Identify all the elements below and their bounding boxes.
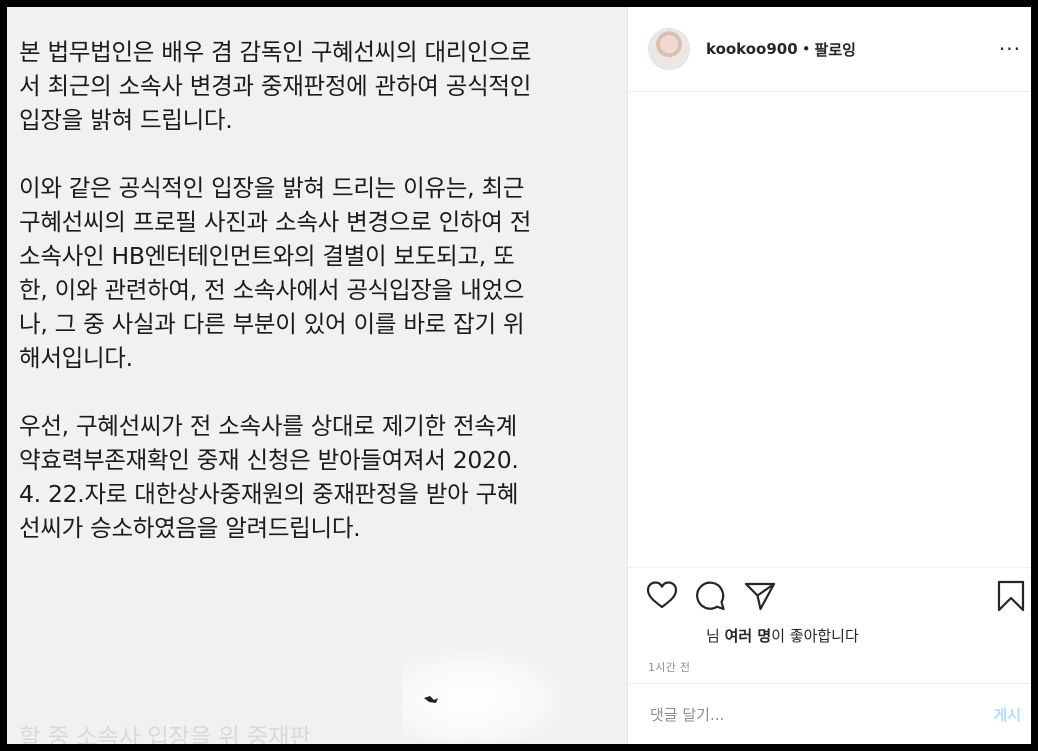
post-text-line: 이와 같은 공식적인 입장을 밝혀 드리는 이유는, 최근	[19, 174, 525, 202]
post-text-line: 한, 이와 관련하여, 전 소속사에서 공식입장을 내었으	[19, 276, 525, 304]
bookmark-icon[interactable]	[997, 580, 1025, 612]
post-text-line: 소속사인 HB엔터테인먼트와의 결별이 보도되고, 또	[19, 242, 515, 270]
following-button[interactable]: 팔로잉	[815, 39, 856, 60]
heart-icon[interactable]	[646, 580, 678, 610]
post-text-line: 서 최근의 소속사 변경과 중재판정에 관하여 공식적인	[19, 72, 532, 100]
post-text-line: 우선, 구혜선씨가 전 소속사를 상대로 제기한 전속계	[19, 412, 517, 440]
likes-suffix: 이 좋아합니다	[771, 627, 859, 645]
post-text-line: 선씨가 승소하였음을 알려드립니다.	[19, 514, 361, 542]
post-actions: 님 여러 명이 좋아합니다 1시간 전	[628, 567, 1031, 674]
action-bar	[628, 568, 1031, 620]
post-text-line: 입장을 밝혀 드립니다.	[19, 106, 233, 134]
comment-icon[interactable]	[694, 580, 726, 612]
likes-prefix: 님	[706, 627, 725, 645]
image-speck	[424, 696, 438, 703]
post-image-faded-line: 할 중 소속사 입장을 위 중재판	[19, 723, 311, 744]
post-image[interactable]: 본 법무법인은 배우 겸 감독인 구혜선씨의 대리인으로서 최근의 소속사 변경…	[7, 7, 628, 744]
username-link[interactable]: kookoo900	[706, 40, 798, 58]
avatar[interactable]	[648, 28, 690, 70]
post-comment-button[interactable]: 게시	[993, 704, 1021, 725]
likes-bold[interactable]: 여러 명	[725, 627, 772, 645]
post-side-panel: kookoo900 • 팔로잉 ··· 님 여러 명이 좋아합니다 1시간 전 …	[628, 7, 1031, 744]
post-text-line: 해서입니다.	[19, 344, 133, 372]
post-text-line: 4. 22.자로 대한상사중재원의 중재판정을 받아 구혜	[19, 480, 519, 508]
post-text-line: 약효력부존재확인 중재 신청은 받아들여져서 2020.	[19, 446, 519, 474]
post-paragraph: 본 법무법인은 배우 겸 감독인 구혜선씨의 대리인으로서 최근의 소속사 변경…	[19, 35, 613, 137]
post-paragraph: 우선, 구혜선씨가 전 소속사를 상대로 제기한 전속계약효력부존재확인 중재 …	[19, 409, 613, 545]
post-image-text: 본 법무법인은 배우 겸 감독인 구혜선씨의 대리인으로서 최근의 소속사 변경…	[7, 7, 627, 545]
post-header: kookoo900 • 팔로잉 ···	[628, 7, 1031, 92]
share-icon[interactable]	[744, 580, 776, 612]
comment-input[interactable]	[648, 704, 994, 725]
header-separator: •	[801, 40, 811, 58]
instagram-post-window: 본 법무법인은 배우 겸 감독인 구혜선씨의 대리인으로서 최근의 소속사 변경…	[7, 7, 1031, 744]
post-paragraph: 이와 같은 공식적인 입장을 밝혀 드리는 이유는, 최근구혜선씨의 프로필 사…	[19, 171, 613, 375]
comments-area	[628, 92, 1031, 567]
more-options-button[interactable]: ···	[999, 37, 1021, 61]
post-text-line: 구혜선씨의 프로필 사진과 소속사 변경으로 인하여 전	[19, 208, 532, 236]
post-text-line: 본 법무법인은 배우 겸 감독인 구혜선씨의 대리인으로	[19, 38, 532, 66]
comment-bar: 게시	[628, 683, 1031, 744]
post-text-line: 나, 그 중 사실과 다른 부분이 있어 이를 바로 잡기 위	[19, 310, 525, 338]
likes-count[interactable]: 님 여러 명이 좋아합니다	[706, 625, 859, 646]
post-timestamp[interactable]: 1시간 전	[648, 659, 690, 675]
